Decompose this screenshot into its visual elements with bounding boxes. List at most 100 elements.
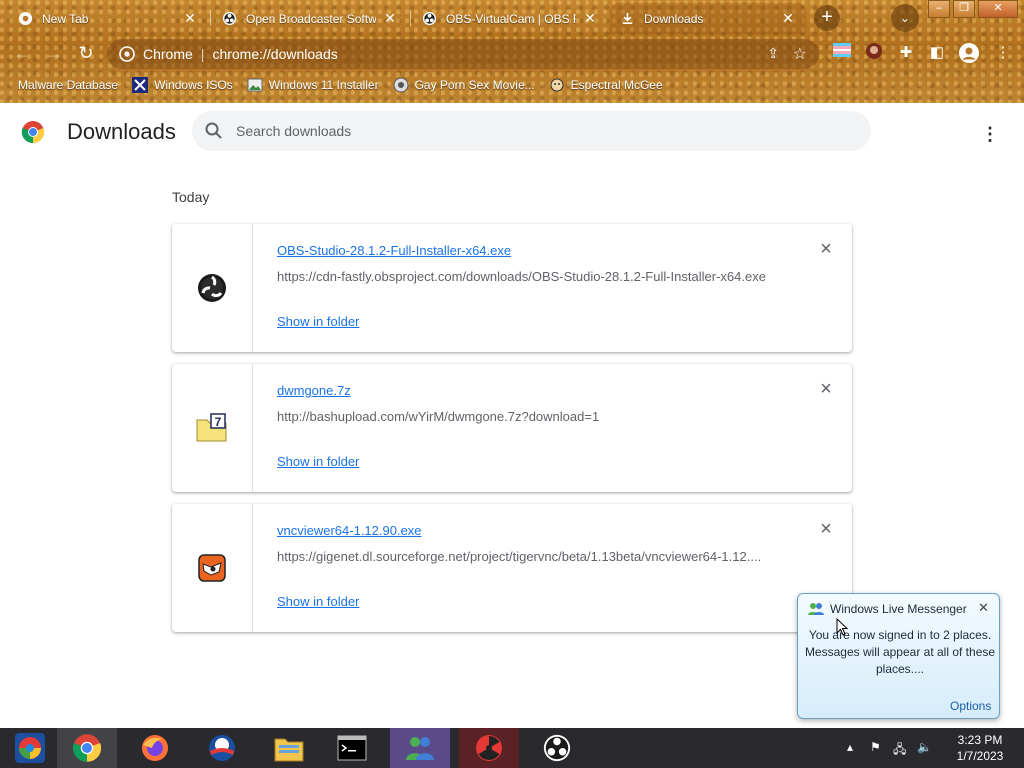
tab-title: Open Broadcaster Softwa: [246, 11, 376, 26]
tab-close-button[interactable]: ✕: [182, 10, 198, 27]
download-card: OBS-Studio-28.1.2-Full-Installer-x64.exe…: [172, 224, 852, 352]
taskbar: ▴ ⚑ 🖧 🔈 3:23 PM 1/7/2023: [0, 728, 1024, 768]
taskbar-firefox[interactable]: [125, 728, 185, 768]
start-icon: [15, 733, 45, 763]
bookmark-malware-database[interactable]: Malware Database: [18, 78, 118, 92]
divider: |: [200, 46, 205, 62]
download-filename-link[interactable]: dwmgone.7z: [277, 383, 351, 398]
site-icon: [393, 77, 409, 93]
taskbar-obs[interactable]: [527, 728, 587, 768]
file-icon-column: [172, 224, 253, 352]
obs-icon: [422, 11, 437, 26]
show-in-folder-link[interactable]: Show in folder: [277, 594, 359, 609]
download-source-url: https://gigenet.dl.sourceforge.net/proje…: [277, 549, 762, 564]
close-window-button[interactable]: ✕: [978, 0, 1018, 18]
messenger-notification[interactable]: Windows Live Messenger ✕ You are now sig…: [797, 593, 1000, 719]
tab-close-button[interactable]: ✕: [780, 10, 796, 27]
bookmark-label: Espectral McGee: [570, 78, 663, 92]
download-source-url: https://cdn-fastly.obsproject.com/downlo…: [277, 269, 766, 284]
remove-download-button[interactable]: ×: [816, 379, 836, 400]
browser-chrome: New Tab ✕ Open Broadcaster Softwa ✕ OBS-…: [0, 0, 1024, 103]
tab-strip: New Tab ✕ Open Broadcaster Softwa ✕ OBS-…: [0, 0, 1024, 34]
search-input[interactable]: [236, 123, 836, 139]
tab-obs-website[interactable]: Open Broadcaster Softwa ✕: [212, 3, 408, 34]
tab-new-tab[interactable]: New Tab ✕: [8, 3, 208, 34]
tab-close-button[interactable]: ✕: [582, 10, 598, 27]
7zip-icon: 7: [196, 413, 227, 442]
notification-close-button[interactable]: ✕: [978, 600, 989, 616]
mouse-cursor-icon: [836, 618, 848, 636]
minimize-button[interactable]: –: [928, 0, 950, 18]
face-icon: [549, 77, 565, 93]
bookmark-windows-isos[interactable]: Windows ISOs: [132, 77, 233, 93]
system-clock[interactable]: 3:23 PM 1/7/2023: [950, 732, 1010, 764]
tab-close-button[interactable]: ✕: [382, 10, 398, 27]
messenger-icon: [406, 737, 434, 760]
show-in-folder-link[interactable]: Show in folder: [277, 454, 359, 469]
image-icon: [247, 77, 263, 93]
profile-extension-icon[interactable]: [863, 42, 885, 64]
search-icon: [205, 122, 222, 139]
date-section-label: Today: [172, 189, 210, 205]
search-bar[interactable]: [192, 111, 871, 151]
download-card: 7 dwmgone.7z http://bashupload.com/wYirM…: [172, 364, 852, 492]
new-tab-button[interactable]: +: [814, 5, 840, 31]
download-filename-link[interactable]: OBS-Studio-28.1.2-Full-Installer-x64.exe: [277, 243, 511, 258]
obs-icon: [198, 274, 226, 302]
more-options-icon[interactable]: ⋮: [978, 123, 1002, 147]
tab-downloads[interactable]: Downloads ✕: [610, 3, 806, 34]
show-in-folder-link[interactable]: Show in folder: [277, 314, 359, 329]
remove-download-button[interactable]: ×: [816, 519, 836, 540]
tigervnc-icon: [198, 554, 226, 582]
bookmark-windows-11-installer[interactable]: Windows 11 Installer: [247, 77, 379, 93]
share-icon[interactable]: ⇪: [767, 45, 779, 62]
reload-button[interactable]: ↻: [74, 41, 98, 65]
taskbar-obama-app[interactable]: [192, 728, 252, 768]
browser-toolbar: ← → ↻ Chrome | chrome://downloads ⇪ ☆ ✚ …: [0, 36, 1024, 70]
bookmark-label: Windows 11 Installer: [268, 78, 379, 92]
bookmarks-bar: Malware Database Windows ISOs Windows 11…: [0, 72, 1024, 98]
clock-time: 3:23 PM: [957, 733, 1003, 747]
chrome-icon: [72, 734, 102, 762]
bookmark-star-icon[interactable]: ☆: [793, 44, 807, 64]
tab-obs-virtualcam[interactable]: OBS-VirtualCam | OBS Fo ✕: [412, 3, 608, 34]
extensions-puzzle-icon[interactable]: ✚: [895, 42, 917, 64]
file-icon-column: [172, 504, 253, 632]
taskbar-chrome[interactable]: [57, 728, 117, 768]
side-panel-icon[interactable]: ◧: [926, 42, 948, 64]
site-name: Chrome: [143, 46, 193, 62]
maximize-button[interactable]: ❐: [953, 0, 975, 18]
messenger-buddies-icon: [808, 603, 824, 615]
tab-search-button[interactable]: ⌄: [891, 4, 919, 32]
taskbar-file-explorer[interactable]: [259, 728, 319, 768]
downloads-header: Downloads ⋮: [0, 103, 1024, 159]
forward-button[interactable]: →: [42, 41, 66, 65]
address-bar[interactable]: Chrome | chrome://downloads ⇪ ☆: [107, 39, 819, 69]
bookmark-espectral-mcgee[interactable]: Espectral McGee: [549, 77, 663, 93]
bookmark-site[interactable]: Gay Porn Sex Movie...: [393, 77, 535, 93]
download-icon: [620, 11, 635, 26]
tab-title: New Tab: [42, 11, 89, 26]
action-center-flag-icon[interactable]: ⚑: [870, 740, 881, 754]
volume-icon[interactable]: 🔈: [917, 740, 932, 754]
remove-download-button[interactable]: ×: [816, 239, 836, 260]
explorer-icon: [274, 738, 304, 762]
browser-menu-icon[interactable]: ⋮: [992, 42, 1014, 64]
account-avatar-icon[interactable]: [958, 42, 980, 64]
radiation-icon: [476, 735, 502, 761]
network-icon[interactable]: 🖧: [893, 740, 906, 761]
download-filename-link[interactable]: vncviewer64-1.12.90.exe: [277, 523, 422, 538]
bookmark-label: Malware Database: [18, 78, 119, 92]
download-source-url: http://bashupload.com/wYirM/dwmgone.7z?d…: [277, 409, 600, 424]
taskbar-command-prompt[interactable]: [322, 728, 382, 768]
tray-expand-icon[interactable]: ▴: [847, 740, 853, 754]
flag-extension-icon[interactable]: [831, 42, 853, 64]
start-button[interactable]: [0, 728, 60, 768]
taskbar-messenger[interactable]: [390, 728, 450, 768]
back-button[interactable]: ←: [10, 41, 34, 65]
cmd-icon: [337, 735, 367, 761]
notification-options-link[interactable]: Options: [950, 699, 991, 713]
taskbar-radiation-app[interactable]: [459, 728, 519, 768]
tab-title: Downloads: [644, 11, 704, 26]
x-icon: [132, 77, 149, 93]
